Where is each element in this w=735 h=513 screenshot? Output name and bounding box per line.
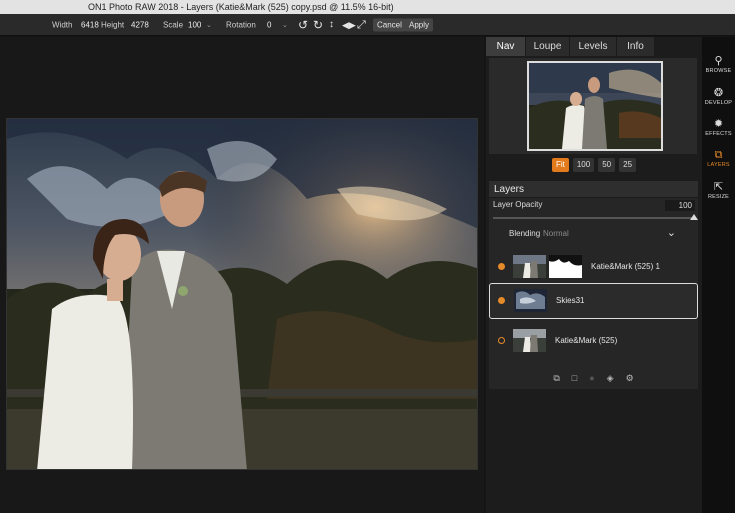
module-effects[interactable]: ✹ EFFECTS (702, 118, 735, 137)
blending-row[interactable]: Blending Normal ⌄ (489, 226, 698, 242)
browse-icon: ⚲ (714, 55, 723, 67)
tab-spacer (655, 37, 702, 56)
blending-label: Blending (509, 229, 541, 238)
rotation-label: Rotation (226, 20, 256, 29)
blending-mode-value[interactable]: Normal (543, 229, 569, 238)
width-label: Width (52, 20, 73, 29)
layer-visibility-icon[interactable] (498, 297, 505, 304)
layer-settings-gear-icon[interactable]: ⚙ (626, 373, 634, 384)
layer-opacity-slider[interactable] (493, 214, 698, 222)
layer-opacity-field[interactable]: 100 (665, 200, 695, 211)
rotate-right-icon[interactable]: ↻ (313, 19, 323, 31)
navigator-image (529, 63, 661, 149)
fit-to-canvas-icon[interactable]: ⤢ (357, 19, 366, 31)
window-title: ON1 Photo RAW 2018 - Layers (Katie&Mark … (88, 2, 394, 12)
layer-name: Katie&Mark (525) 1 (591, 262, 660, 271)
scale-dropdown-chevron-icon[interactable]: ⌄ (206, 21, 212, 29)
blending-chevron-icon[interactable]: ⌄ (667, 226, 676, 239)
tab-nav[interactable]: Nav (486, 37, 526, 56)
layer-thumbnail (513, 255, 546, 278)
flip-vertical-icon[interactable]: ↕ (329, 19, 334, 31)
cancel-button[interactable]: Cancel (373, 18, 406, 31)
panel-tabs: Nav Loupe Levels Info (486, 37, 702, 56)
layer-row[interactable]: Katie&Mark (525) (489, 323, 698, 359)
transform-toolbar: Width 6418 Height 4278 Scale 100 ⌄ Rotat… (0, 14, 735, 36)
tab-info[interactable]: Info (617, 37, 655, 56)
navigator-preview[interactable] (489, 58, 697, 154)
slider-knob[interactable] (690, 214, 698, 220)
duplicate-layer-icon[interactable]: ⧉ (553, 373, 559, 384)
zoom-50-button[interactable]: 50 (598, 158, 616, 172)
slider-track (493, 217, 694, 219)
module-layers[interactable]: ⧉ LAYERS (702, 149, 735, 168)
zoom-100-button[interactable]: 100 (572, 158, 595, 172)
flip-horizontal-icon[interactable]: ◀▶ (342, 19, 356, 31)
module-resize[interactable]: ⇱ RESIZE (702, 181, 735, 200)
layer-row-selected[interactable]: Skies31 (489, 283, 698, 319)
merge-layer-icon[interactable]: ● (589, 373, 594, 383)
layer-name: Katie&Mark (525) (555, 336, 618, 345)
module-label: LAYERS (707, 162, 730, 168)
module-label: DEVELOP (704, 100, 733, 106)
layers-icon: ⧉ (714, 149, 723, 161)
tab-loupe[interactable]: Loupe (526, 37, 570, 56)
layer-visibility-icon[interactable] (498, 263, 505, 270)
resize-icon: ⇱ (713, 181, 724, 193)
navigator-thumbnail[interactable] (527, 61, 663, 151)
fill-layer-icon[interactable]: ◈ (607, 373, 614, 384)
image-canvas[interactable] (0, 37, 484, 513)
module-label: RESIZE (707, 194, 730, 200)
right-panel: Nav Loupe Levels Info Fit 100 50 25 Laye… (486, 37, 702, 513)
layers-panel: Layers Layer Opacity 100 Blending Normal… (489, 181, 698, 389)
develop-icon: ❂ (713, 87, 724, 99)
layers-panel-title: Layers (489, 181, 698, 198)
rotation-field[interactable]: 0 (267, 20, 271, 29)
layer-thumbnail-image (514, 289, 547, 312)
module-bar: ⚲ BROWSE ❂ DEVELOP ✹ EFFECTS ⧉ LAYERS ⇱ … (702, 37, 735, 513)
zoom-buttons: Fit 100 50 25 (486, 158, 702, 174)
module-label: BROWSE (705, 68, 732, 74)
layer-thumbnail-image (513, 329, 546, 352)
rotation-dropdown-chevron-icon[interactable]: ⌄ (282, 21, 288, 29)
effects-icon: ✹ (713, 118, 724, 130)
layer-thumbnail (513, 329, 546, 352)
module-label: EFFECTS (705, 131, 732, 137)
photo-preview (6, 118, 478, 470)
height-field[interactable]: 4278 (131, 20, 149, 29)
width-field[interactable]: 6418 (81, 20, 99, 29)
photo-image (7, 119, 477, 469)
apply-button[interactable]: Apply (405, 18, 434, 31)
module-browse[interactable]: ⚲ BROWSE (702, 55, 735, 74)
height-label: Height (101, 20, 125, 29)
rotate-left-icon[interactable]: ↺ (298, 19, 308, 31)
layer-row[interactable]: Katie&Mark (525) 1 (489, 249, 698, 285)
layer-visibility-icon[interactable] (498, 337, 505, 344)
layer-thumbnail (514, 289, 547, 312)
layer-opacity-row: Layer Opacity 100 (489, 198, 698, 214)
tab-levels[interactable]: Levels (570, 37, 617, 56)
zoom-fit-button[interactable]: Fit (551, 158, 569, 172)
scale-field[interactable]: 100 (188, 20, 201, 29)
new-layer-icon[interactable]: □ (572, 373, 577, 383)
layer-name: Skies31 (556, 296, 585, 305)
layer-opacity-label: Layer Opacity (493, 200, 543, 209)
layer-mask-thumbnail (549, 255, 582, 278)
window-title-bar: ON1 Photo RAW 2018 - Layers (Katie&Mark … (0, 0, 735, 14)
layer-mask-image (549, 255, 582, 278)
scale-label: Scale (163, 20, 184, 29)
layer-thumbnail-image (513, 255, 546, 278)
zoom-25-button[interactable]: 25 (619, 158, 637, 172)
layers-footer: ⧉ □ ● ◈ ⚙ (489, 367, 698, 389)
module-develop[interactable]: ❂ DEVELOP (702, 87, 735, 106)
